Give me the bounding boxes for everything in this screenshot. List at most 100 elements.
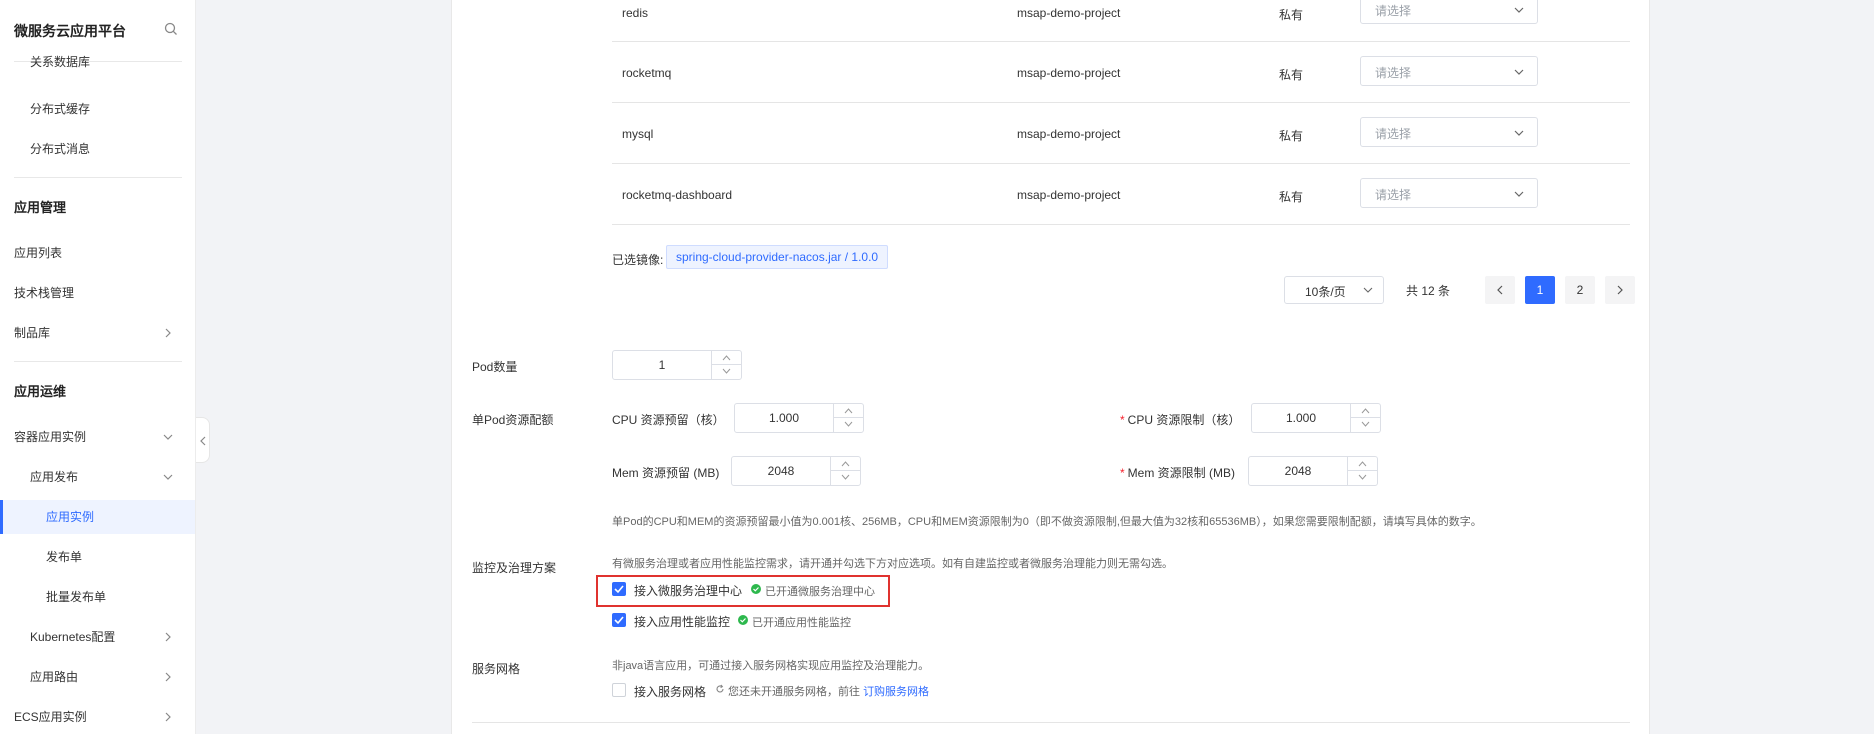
- sidebar-item-ecs-instance[interactable]: ECS应用实例: [0, 702, 195, 732]
- governance-status: 已开通微服务治理中心: [765, 586, 875, 598]
- row-select[interactable]: 请选择: [1360, 117, 1538, 147]
- sidebar-item-tech-stack[interactable]: 技术栈管理: [0, 278, 195, 308]
- chevron-right-icon: [165, 712, 171, 722]
- sidebar-collapse-toggle[interactable]: [196, 417, 210, 463]
- decrement-button[interactable]: [1351, 418, 1380, 432]
- chevron-down-icon: [1514, 191, 1524, 197]
- sidebar-item-artifacts[interactable]: 制品库: [0, 318, 195, 348]
- prev-page-button[interactable]: [1485, 276, 1515, 304]
- increment-button[interactable]: [1351, 404, 1380, 418]
- pod-count-stepper[interactable]: 1: [612, 350, 742, 380]
- decrement-button[interactable]: [712, 365, 741, 379]
- chevron-down-icon: [1514, 69, 1524, 75]
- sidebar-item-app-route[interactable]: 应用路由: [0, 662, 195, 692]
- active-indicator: [0, 500, 3, 534]
- mesh-hint: 非java语言应用，可通过接入服务网格实现应用监控及治理能力。: [612, 660, 930, 672]
- decrement-button[interactable]: [834, 418, 863, 432]
- selected-image-label: 已选镜像:: [612, 253, 664, 267]
- chevron-down-icon: [163, 474, 173, 480]
- page-size-value: 10条/页: [1305, 285, 1346, 299]
- chevron-up-icon: [722, 355, 731, 361]
- chevron-down-icon: [841, 474, 850, 480]
- mesh-label: 服务网格: [472, 662, 521, 676]
- sidebar-item-rdb[interactable]: 关系数据库: [0, 55, 195, 71]
- select-placeholder: 请选择: [1375, 66, 1412, 80]
- row-divider: [612, 102, 1630, 103]
- page-size-select[interactable]: 10条/页: [1284, 276, 1384, 304]
- chevron-up-icon: [1361, 408, 1370, 414]
- chevron-down-icon: [1363, 287, 1373, 293]
- stepper-controls: [830, 457, 860, 485]
- increment-button[interactable]: [831, 457, 860, 471]
- governance-checkbox[interactable]: [612, 582, 626, 596]
- sidebar-item-k8s-config[interactable]: Kubernetes配置: [0, 622, 195, 652]
- cpu-limit-stepper[interactable]: 1.000: [1251, 403, 1381, 433]
- pod-count-value: 1: [658, 358, 666, 372]
- sidebar-item-app-instance[interactable]: 应用实例: [0, 500, 195, 534]
- refresh-icon: [716, 684, 724, 693]
- apm-label: 接入应用性能监控: [634, 615, 731, 629]
- mem-limit-stepper[interactable]: 2048: [1248, 456, 1378, 486]
- row-project: msap-demo-project: [1017, 66, 1121, 80]
- mem-reserve-label: Mem 资源预留 (MB): [612, 466, 720, 480]
- monitor-hint: 有微服务治理或者应用性能监控需求，请开通并勾选下方对应选项。如有自建监控或者微服…: [612, 558, 1173, 570]
- decrement-button[interactable]: [831, 471, 860, 485]
- stepper-controls: [1350, 404, 1380, 432]
- chevron-down-icon: [1361, 421, 1370, 427]
- row-name: rocketmq-dashboard: [622, 188, 733, 202]
- success-icon: [738, 615, 748, 625]
- increment-button[interactable]: [834, 404, 863, 418]
- required-mark: *: [1120, 466, 1125, 480]
- apm-status: 已开通应用性能监控: [752, 617, 851, 629]
- row-name: mysql: [622, 127, 654, 141]
- required-mark: *: [1120, 413, 1125, 427]
- next-page-button[interactable]: [1605, 276, 1635, 304]
- sidebar-divider: [14, 177, 182, 178]
- sidebar-item-app-publish[interactable]: 应用发布: [0, 462, 195, 492]
- mem-reserve-stepper[interactable]: 2048: [731, 456, 861, 486]
- chevron-down-icon: [163, 434, 173, 440]
- mem-reserve-value: 2048: [767, 464, 795, 478]
- cpu-reserve-label: CPU 资源预留（核）: [612, 413, 725, 427]
- apm-checkbox[interactable]: [612, 613, 626, 627]
- sidebar-divider: [14, 361, 182, 362]
- increment-button[interactable]: [1348, 457, 1377, 471]
- row-select[interactable]: 请选择: [1360, 56, 1538, 86]
- page-button-2[interactable]: 2: [1565, 276, 1595, 304]
- mesh-checkbox[interactable]: [612, 683, 626, 697]
- sidebar-item-mq[interactable]: 分布式消息: [0, 134, 195, 164]
- chevron-down-icon: [844, 421, 853, 427]
- page-button-1[interactable]: 1: [1525, 276, 1555, 304]
- row-type: 私有: [1279, 190, 1304, 204]
- governance-label: 接入微服务治理中心: [634, 584, 743, 598]
- row-type: 私有: [1279, 8, 1304, 22]
- pagination-total: 共 12 条: [1406, 284, 1451, 298]
- cpu-reserve-stepper[interactable]: 1.000: [734, 403, 864, 433]
- row-type: 私有: [1279, 68, 1304, 82]
- sidebar-item-app-list[interactable]: 应用列表: [0, 238, 195, 268]
- row-select[interactable]: 请选择: [1360, 178, 1538, 208]
- sidebar-item-container-instances[interactable]: 容器应用实例: [0, 422, 195, 452]
- cpu-limit-label: * CPU 资源限制（核）: [1120, 413, 1241, 427]
- cpu-limit-value: 1.000: [1285, 411, 1317, 425]
- sidebar-item-release-order[interactable]: 发布单: [0, 542, 195, 572]
- chevron-right-icon: [1617, 285, 1623, 295]
- decrement-button[interactable]: [1348, 471, 1377, 485]
- sidebar-item-cache[interactable]: 分布式缓存: [0, 94, 195, 124]
- stepper-controls: [711, 351, 741, 379]
- search-icon[interactable]: [164, 22, 178, 36]
- row-divider: [612, 224, 1630, 225]
- chevron-left-icon: [1497, 285, 1503, 295]
- monitor-label: 监控及治理方案: [472, 561, 557, 575]
- check-icon: [614, 616, 624, 625]
- sidebar-group-app-ops: 应用运维: [14, 384, 67, 399]
- order-mesh-link[interactable]: 订购服务网格: [863, 686, 929, 698]
- increment-button[interactable]: [712, 351, 741, 365]
- select-placeholder: 请选择: [1375, 188, 1412, 202]
- mem-limit-label: * Mem 资源限制 (MB): [1120, 466, 1235, 480]
- row-divider: [612, 41, 1630, 42]
- sidebar-item-batch-release[interactable]: 批量发布单: [0, 582, 195, 612]
- chevron-up-icon: [1358, 461, 1367, 467]
- chevron-up-icon: [841, 461, 850, 467]
- row-select[interactable]: 请选择: [1360, 0, 1538, 24]
